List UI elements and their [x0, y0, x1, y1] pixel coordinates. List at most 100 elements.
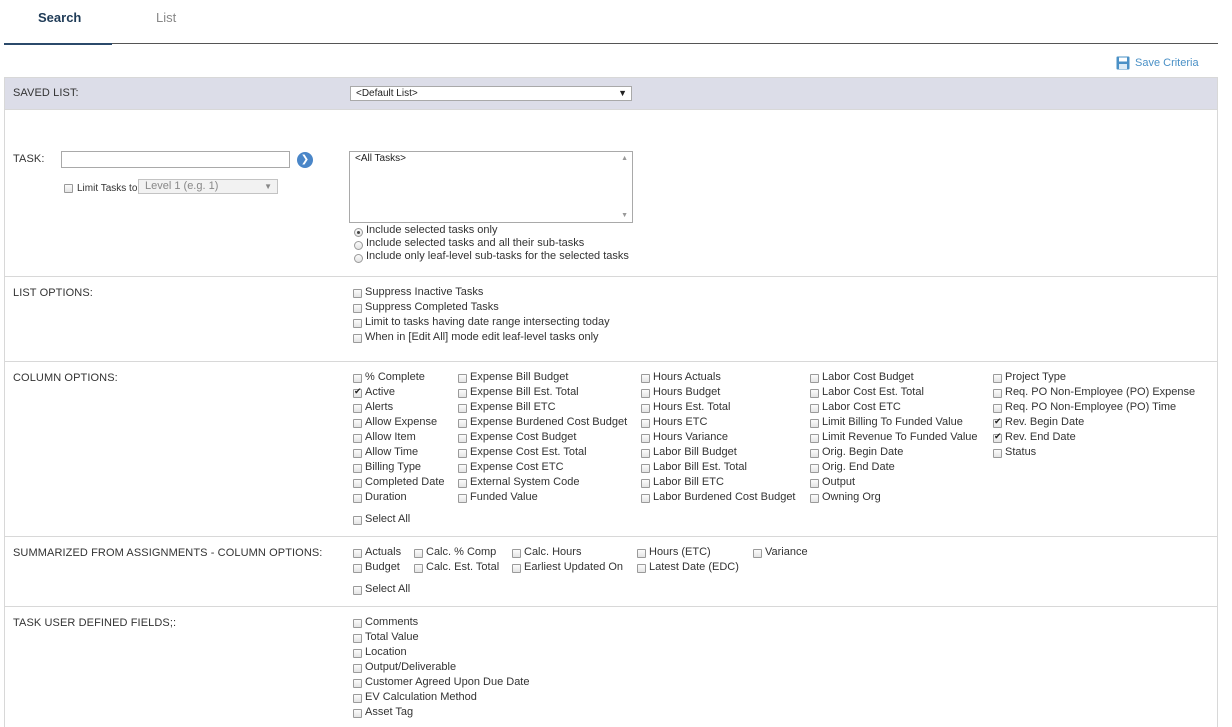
- asset-tag-checkbox[interactable]: [353, 709, 362, 718]
- duration-checkbox[interactable]: [353, 494, 362, 503]
- limit-tasks-checkbox[interactable]: [64, 184, 73, 193]
- labor-cost-est-total-checkbox[interactable]: [810, 389, 819, 398]
- radio-selected-only[interactable]: [354, 228, 363, 237]
- tab-list[interactable]: List: [156, 10, 176, 25]
- hours-etc-checkbox[interactable]: [637, 549, 646, 558]
- expense-burdened-cost-budget-checkbox[interactable]: [458, 419, 467, 428]
- ev-calculation-method-checkbox[interactable]: [353, 694, 362, 703]
- variance-checkbox[interactable]: [753, 549, 762, 558]
- req-po-non-employee-po-time-checkbox[interactable]: [993, 404, 1002, 413]
- labor-cost-budget-checkbox[interactable]: [810, 374, 819, 383]
- saved-list-row: SAVED LIST: <Default List> ▼: [5, 78, 1217, 110]
- labor-bill-est-total-checkbox[interactable]: [641, 464, 650, 473]
- allow-item-checkbox[interactable]: [353, 434, 362, 443]
- expense-cost-budget-checkbox[interactable]: [458, 434, 467, 443]
- project-type-checkbox[interactable]: [993, 374, 1002, 383]
- radio-leaf-level[interactable]: [354, 254, 363, 263]
- limit-revenue-to-funded-value-checkbox[interactable]: [810, 434, 819, 443]
- scroll-up-icon[interactable]: ▲: [621, 155, 628, 162]
- allow-time-checkbox[interactable]: [353, 449, 362, 458]
- active-checkbox[interactable]: [353, 387, 362, 398]
- calc-comp-checkbox[interactable]: [414, 549, 423, 558]
- expense-cost-etc-checkbox[interactable]: [458, 464, 467, 473]
- budget-checkbox[interactable]: [353, 564, 362, 573]
- total-value-checkbox[interactable]: [353, 634, 362, 643]
- suppress-inactive-tasks-checkbox[interactable]: [353, 289, 362, 298]
- external-system-code-label: External System Code: [470, 476, 580, 488]
- hours-etc-label: Hours (ETC): [649, 546, 711, 558]
- customer-agreed-upon-due-date-label: Customer Agreed Upon Due Date: [365, 676, 530, 688]
- suppress-completed-tasks-checkbox[interactable]: [353, 304, 362, 313]
- funded-value-checkbox[interactable]: [458, 494, 467, 503]
- radio-with-subtasks[interactable]: [354, 241, 363, 250]
- owning-org-checkbox[interactable]: [810, 494, 819, 503]
- expense-cost-est-total-checkbox[interactable]: [458, 449, 467, 458]
- hours-variance-checkbox[interactable]: [641, 434, 650, 443]
- select-all-checkbox[interactable]: [353, 586, 362, 595]
- earliest-updated-on-checkbox[interactable]: [512, 564, 521, 573]
- expense-cost-etc-label: Expense Cost ETC: [470, 461, 564, 473]
- expense-cost-est-total-label: Expense Cost Est. Total: [470, 446, 587, 458]
- labor-burdened-cost-budget-checkbox[interactable]: [641, 494, 650, 503]
- location-checkbox[interactable]: [353, 649, 362, 658]
- task-search-button[interactable]: ❯: [297, 152, 313, 168]
- expense-bill-budget-checkbox[interactable]: [458, 374, 467, 383]
- tab-search[interactable]: Search: [38, 10, 81, 25]
- calc-hours-checkbox[interactable]: [512, 549, 521, 558]
- labor-cost-budget-label: Labor Cost Budget: [822, 371, 914, 383]
- task-list-item[interactable]: <All Tasks>: [355, 153, 406, 164]
- completed-date-checkbox[interactable]: [353, 479, 362, 488]
- limit-billing-to-funded-value-checkbox[interactable]: [810, 419, 819, 428]
- complete-checkbox[interactable]: [353, 374, 362, 383]
- billing-type-checkbox[interactable]: [353, 464, 362, 473]
- orig-begin-date-checkbox[interactable]: [810, 449, 819, 458]
- save-criteria-button[interactable]: Save Criteria: [1116, 56, 1199, 70]
- allow-expense-checkbox[interactable]: [353, 419, 362, 428]
- suppress-completed-tasks-label: Suppress Completed Tasks: [365, 301, 499, 313]
- actuals-checkbox[interactable]: [353, 549, 362, 558]
- scroll-down-icon[interactable]: ▼: [621, 212, 628, 219]
- output-checkbox[interactable]: [810, 479, 819, 488]
- comments-label: Comments: [365, 616, 419, 628]
- when-in-edit-all-mode-edit-leaf-level-tasks-only-checkbox[interactable]: [353, 334, 362, 343]
- select-all-label: Select All: [365, 513, 411, 525]
- summarized-options-row: SUMMARIZED FROM ASSIGNMENTS - COLUMN OPT…: [5, 537, 1217, 607]
- alerts-checkbox[interactable]: [353, 404, 362, 413]
- location-label: Location: [365, 646, 407, 658]
- hours-etc-checkbox[interactable]: [641, 419, 650, 428]
- saved-list-select[interactable]: <Default List> ▼: [350, 86, 632, 101]
- task-input[interactable]: [61, 151, 290, 168]
- customer-agreed-upon-due-date-checkbox[interactable]: [353, 679, 362, 688]
- allow-time-label: Allow Time: [365, 446, 419, 458]
- output-deliverable-label: Output/Deliverable: [365, 661, 457, 673]
- total-value-label: Total Value: [365, 631, 419, 643]
- task-listbox[interactable]: <All Tasks> ▲ ▼: [349, 151, 633, 223]
- hours-budget-checkbox[interactable]: [641, 389, 650, 398]
- status-checkbox[interactable]: [993, 449, 1002, 458]
- calc-est-total-checkbox[interactable]: [414, 564, 423, 573]
- req-po-non-employee-po-expense-checkbox[interactable]: [993, 389, 1002, 398]
- hours-actuals-checkbox[interactable]: [641, 374, 650, 383]
- labor-bill-etc-checkbox[interactable]: [641, 479, 650, 488]
- task-row: TASK: ❯ Limit Tasks to Level 1 (e.g. 1) …: [5, 110, 1217, 277]
- task-label: TASK:: [13, 153, 45, 165]
- rev-end-date-checkbox[interactable]: [993, 432, 1002, 443]
- external-system-code-checkbox[interactable]: [458, 479, 467, 488]
- latest-date-edc-checkbox[interactable]: [637, 564, 646, 573]
- level-select[interactable]: Level 1 (e.g. 1) ▼: [138, 179, 278, 194]
- rev-begin-date-checkbox[interactable]: [993, 417, 1002, 428]
- expense-bill-etc-checkbox[interactable]: [458, 404, 467, 413]
- labor-cost-etc-checkbox[interactable]: [810, 404, 819, 413]
- labor-bill-budget-checkbox[interactable]: [641, 449, 650, 458]
- output-deliverable-checkbox[interactable]: [353, 664, 362, 673]
- variance-label: Variance: [765, 546, 808, 558]
- orig-end-date-checkbox[interactable]: [810, 464, 819, 473]
- completed-date-label: Completed Date: [365, 476, 445, 488]
- hours-est-total-checkbox[interactable]: [641, 404, 650, 413]
- select-all-checkbox[interactable]: [353, 516, 362, 525]
- limit-billing-to-funded-value-label: Limit Billing To Funded Value: [822, 416, 963, 428]
- user-defined-fields-label: TASK USER DEFINED FIELDS;:: [13, 617, 177, 629]
- comments-checkbox[interactable]: [353, 619, 362, 628]
- limit-to-tasks-having-date-range-intersecting-today-checkbox[interactable]: [353, 319, 362, 328]
- expense-bill-est-total-checkbox[interactable]: [458, 389, 467, 398]
